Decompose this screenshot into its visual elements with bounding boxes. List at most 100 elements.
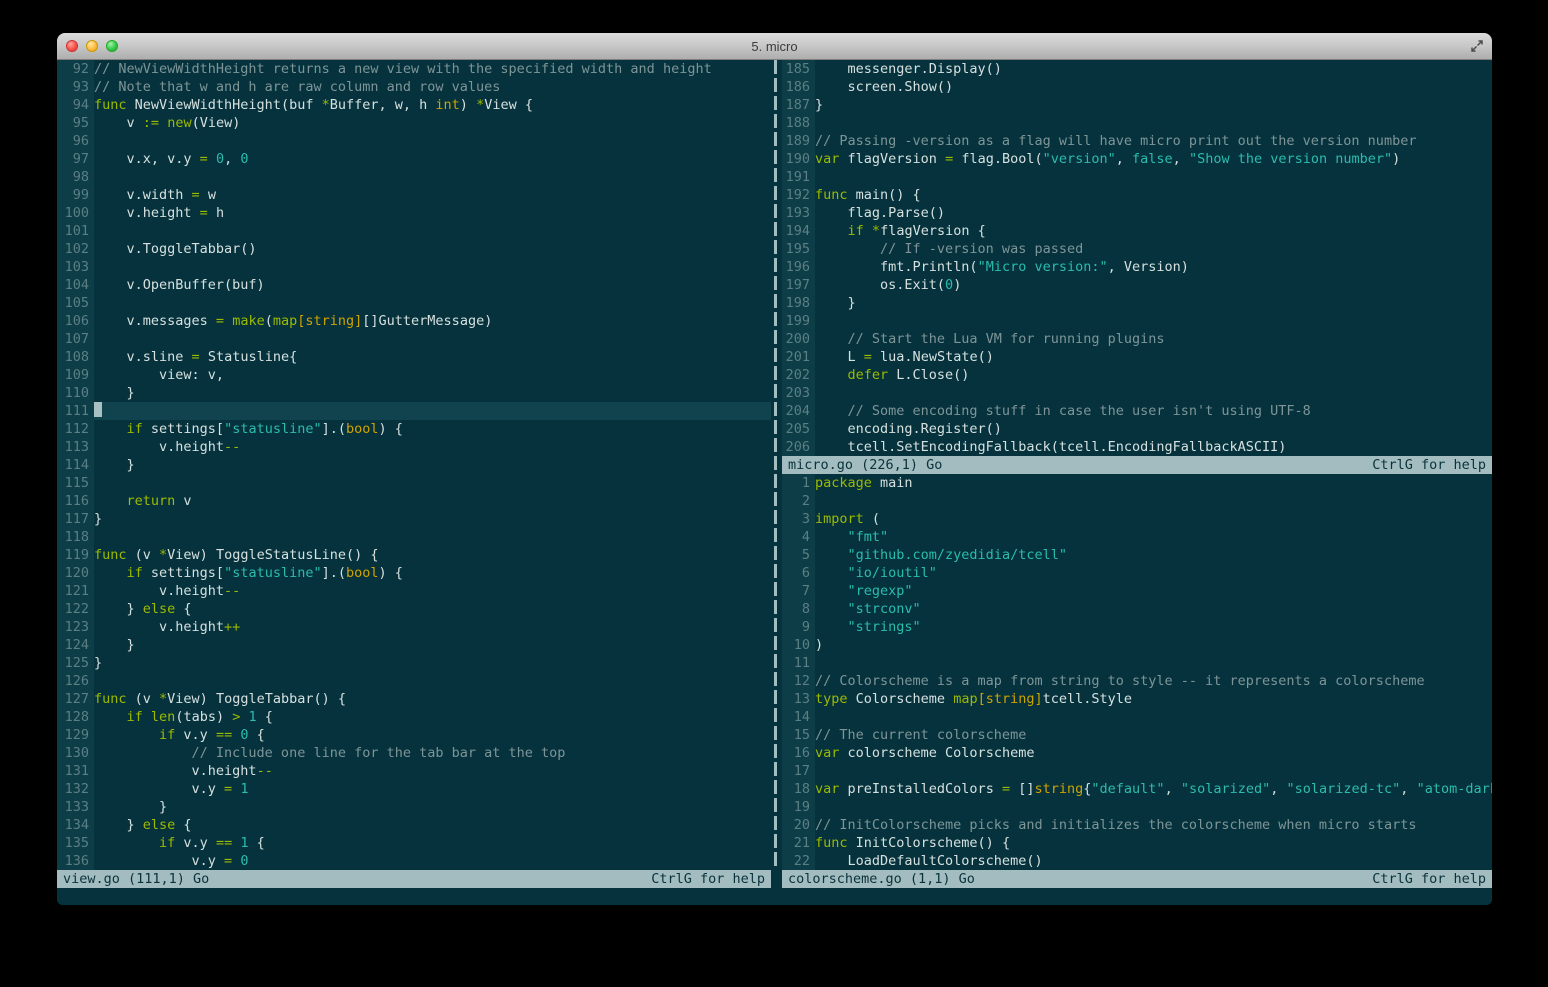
code-line[interactable]: 129 if v.y == 0 { xyxy=(57,726,771,744)
code-line[interactable]: 9 "strings" xyxy=(782,618,1492,636)
code-line[interactable]: 115 xyxy=(57,474,771,492)
code-line[interactable]: 125} xyxy=(57,654,771,672)
code-line[interactable]: 130 // Include one line for the tab bar … xyxy=(57,744,771,762)
pane-view-go[interactable]: 92// NewViewWidthHeight returns a new vi… xyxy=(57,60,771,870)
code-line[interactable]: 7 "regexp" xyxy=(782,582,1492,600)
code-line[interactable]: 114 } xyxy=(57,456,771,474)
code-line[interactable]: 131 v.height-- xyxy=(57,762,771,780)
code-line[interactable]: 18 var preInstalledColors = []string{"def… xyxy=(782,780,1492,798)
code-line[interactable]: 11 xyxy=(782,654,1492,672)
code-line[interactable]: 10) xyxy=(782,636,1492,654)
code-line[interactable]: 15// The current colorscheme xyxy=(782,726,1492,744)
code-line[interactable]: 110 } xyxy=(57,384,771,402)
split-divider[interactable] xyxy=(771,60,782,870)
titlebar[interactable]: 5. micro xyxy=(57,33,1492,60)
code-line[interactable]: 8 "strconv" xyxy=(782,600,1492,618)
close-button[interactable] xyxy=(66,40,78,52)
code-line[interactable]: 95 v := new(View) xyxy=(57,114,771,132)
code-line[interactable]: 124 } xyxy=(57,636,771,654)
code-line[interactable]: 21 func InitColorscheme() { xyxy=(782,834,1492,852)
code-line[interactable]: 93// Note that w and h are raw column an… xyxy=(57,78,771,96)
line-number: 128 xyxy=(57,708,94,726)
code-line[interactable]: 119 func (v *View) ToggleStatusLine() { xyxy=(57,546,771,564)
code-line[interactable]: 19 xyxy=(782,798,1492,816)
code-line[interactable]: 14 xyxy=(782,708,1492,726)
code-line[interactable]: 122 } else { xyxy=(57,600,771,618)
code-line[interactable]: 197 os.Exit(0) xyxy=(782,276,1492,294)
code-line[interactable]: 108 v.sline = Statusline{ xyxy=(57,348,771,366)
code-line[interactable]: 17 xyxy=(782,762,1492,780)
code-line[interactable]: 118 xyxy=(57,528,771,546)
code-line[interactable]: 194 if *flagVersion { xyxy=(782,222,1492,240)
code-line[interactable]: 200 // Start the Lua VM for running plug… xyxy=(782,330,1492,348)
code-line[interactable]: 107 xyxy=(57,330,771,348)
code-line[interactable]: 111 xyxy=(57,402,771,420)
zoom-button[interactable] xyxy=(106,40,118,52)
code-line[interactable]: 192 func main() { xyxy=(782,186,1492,204)
minimize-button[interactable] xyxy=(86,40,98,52)
code-line[interactable]: 187} xyxy=(782,96,1492,114)
code-line[interactable]: 128 if len(tabs) > 1 { xyxy=(57,708,771,726)
code-line[interactable]: 101 xyxy=(57,222,771,240)
code-line[interactable]: 12// Colorscheme is a map from string to… xyxy=(782,672,1492,690)
code-line[interactable]: 4 "fmt" xyxy=(782,528,1492,546)
code-line[interactable]: 133 } xyxy=(57,798,771,816)
code-line[interactable]: 117} xyxy=(57,510,771,528)
code-line[interactable]: 104 v.OpenBuffer(buf) xyxy=(57,276,771,294)
pane-micro-go[interactable]: 185 messenger.Display() 186 screen.Show()… xyxy=(782,60,1492,456)
code-line[interactable]: 123 v.height++ xyxy=(57,618,771,636)
code-line[interactable]: 22 LoadDefaultColorscheme() xyxy=(782,852,1492,870)
code-line[interactable]: 113 v.height-- xyxy=(57,438,771,456)
code-line[interactable]: 6 "io/ioutil" xyxy=(782,564,1492,582)
command-line[interactable] xyxy=(57,888,1492,905)
code-line[interactable]: 195 // If -version was passed xyxy=(782,240,1492,258)
code-line[interactable]: 1 package main xyxy=(782,474,1492,492)
code-line[interactable]: 102 v.ToggleTabbar() xyxy=(57,240,771,258)
code-line[interactable]: 206 tcell.SetEncodingFallback(tcell.Enco… xyxy=(782,438,1492,456)
code-line[interactable]: 2 xyxy=(782,492,1492,510)
code-line[interactable]: 13 type Colorscheme map[string]tcell.Styl… xyxy=(782,690,1492,708)
code-line[interactable]: 96 xyxy=(57,132,771,150)
code-line[interactable]: 127 func (v *View) ToggleTabbar() { xyxy=(57,690,771,708)
code-line[interactable]: 199 xyxy=(782,312,1492,330)
code-line[interactable]: 97 v.x, v.y = 0, 0 xyxy=(57,150,771,168)
code-line[interactable]: 198 } xyxy=(782,294,1492,312)
code-line[interactable]: 112 if settings["statusline"].(bool) { xyxy=(57,420,771,438)
code-line[interactable]: 92// NewViewWidthHeight returns a new vi… xyxy=(57,60,771,78)
code-line[interactable]: 126 xyxy=(57,672,771,690)
code-line[interactable]: 185 messenger.Display() xyxy=(782,60,1492,78)
code-line[interactable]: 189// Passing -version as a flag will ha… xyxy=(782,132,1492,150)
code-line[interactable]: 5 "github.com/zyedidia/tcell" xyxy=(782,546,1492,564)
code-line[interactable]: 100 v.height = h xyxy=(57,204,771,222)
code-line[interactable]: 3 import ( xyxy=(782,510,1492,528)
code-line[interactable]: 196 fmt.Println("Micro version:", Versio… xyxy=(782,258,1492,276)
code-line[interactable]: 99 v.width = w xyxy=(57,186,771,204)
code-line[interactable]: 186 screen.Show() xyxy=(782,78,1492,96)
code-line[interactable]: 120 if settings["statusline"].(bool) { xyxy=(57,564,771,582)
code-line[interactable]: 116 return v xyxy=(57,492,771,510)
code-line[interactable]: 190 var flagVersion = flag.Bool("version"… xyxy=(782,150,1492,168)
resize-icon[interactable] xyxy=(1469,38,1485,54)
code-line[interactable]: 205 encoding.Register() xyxy=(782,420,1492,438)
code-line[interactable]: 103 xyxy=(57,258,771,276)
code-line[interactable]: 132 v.y = 1 xyxy=(57,780,771,798)
code-line[interactable]: 20// InitColorscheme picks and initializ… xyxy=(782,816,1492,834)
code-line[interactable]: 191 xyxy=(782,168,1492,186)
code-line[interactable]: 203 xyxy=(782,384,1492,402)
code-line[interactable]: 136 v.y = 0 xyxy=(57,852,771,870)
code-line[interactable]: 98 xyxy=(57,168,771,186)
pane-colorscheme-go[interactable]: 1 package main 2 3 import (4 "fmt" 5 "github.… xyxy=(782,474,1492,870)
code-line[interactable]: 204 // Some encoding stuff in case the u… xyxy=(782,402,1492,420)
code-line[interactable]: 201 L = lua.NewState() xyxy=(782,348,1492,366)
code-line[interactable]: 94 func NewViewWidthHeight(buf *Buffer, w… xyxy=(57,96,771,114)
code-line[interactable]: 134 } else { xyxy=(57,816,771,834)
code-line[interactable]: 109 view: v, xyxy=(57,366,771,384)
code-line[interactable]: 193 flag.Parse() xyxy=(782,204,1492,222)
code-line[interactable]: 202 defer L.Close() xyxy=(782,366,1492,384)
code-line[interactable]: 105 xyxy=(57,294,771,312)
code-line[interactable]: 121 v.height-- xyxy=(57,582,771,600)
code-line[interactable]: 16 var colorscheme Colorscheme xyxy=(782,744,1492,762)
code-line[interactable]: 188 xyxy=(782,114,1492,132)
code-line[interactable]: 135 if v.y == 1 { xyxy=(57,834,771,852)
code-line[interactable]: 106 v.messages = make(map[string][]Gutte… xyxy=(57,312,771,330)
